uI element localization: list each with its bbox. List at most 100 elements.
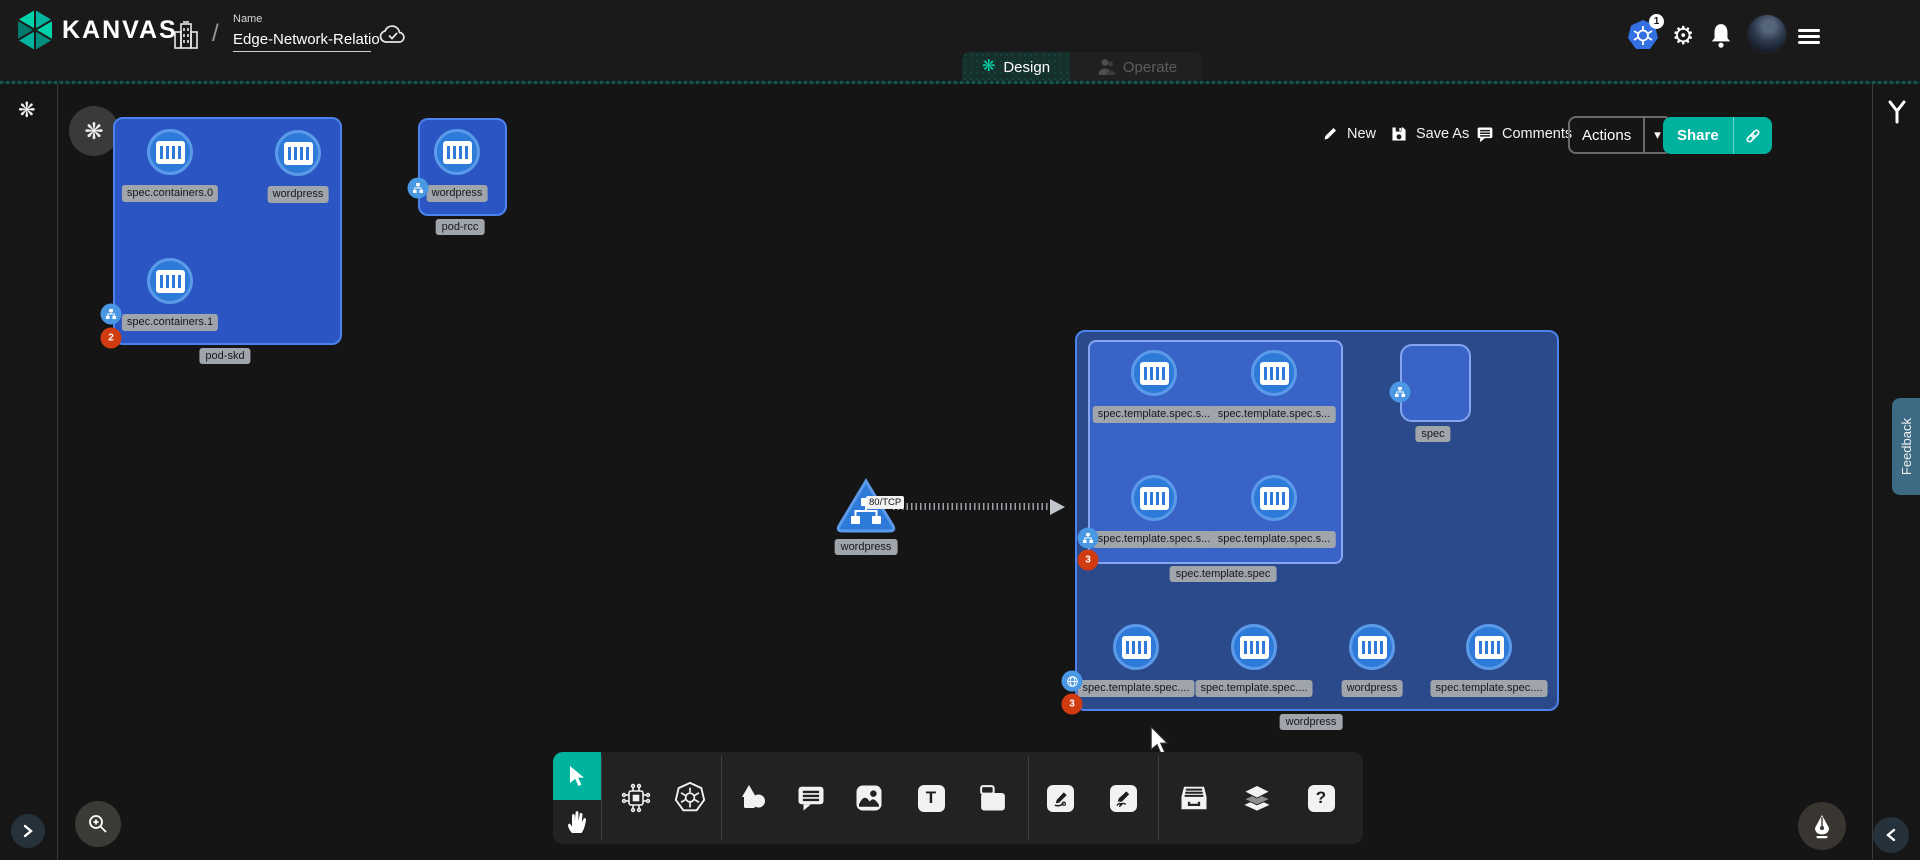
import-tool-button[interactable] bbox=[1172, 776, 1216, 820]
shapes-tool-button[interactable] bbox=[731, 776, 775, 820]
organization-icon[interactable] bbox=[172, 20, 200, 50]
help-tool-button[interactable]: ? bbox=[1299, 776, 1343, 820]
node-label: spec.template.spec.s... bbox=[1093, 406, 1216, 423]
collapse-right-panel-button[interactable] bbox=[1873, 817, 1909, 853]
pen-icon bbox=[1047, 785, 1074, 812]
container-icon bbox=[1251, 350, 1297, 396]
node-label: spec.template.spec.s... bbox=[1093, 531, 1216, 548]
hand-pan-icon bbox=[565, 809, 589, 835]
menu-hamburger-icon[interactable] bbox=[1798, 26, 1820, 47]
brand-name: KANVAS bbox=[62, 16, 178, 45]
shapes-icon bbox=[737, 782, 769, 814]
tab-operate[interactable]: Operate bbox=[1070, 52, 1202, 82]
expand-left-panel-button[interactable] bbox=[11, 814, 45, 848]
node-label: spec.template.spec.s... bbox=[1213, 406, 1336, 423]
k8s-context-count-badge: 1 bbox=[1649, 14, 1664, 29]
left-rail: ❋ bbox=[0, 84, 58, 860]
layers-tool-button[interactable] bbox=[1235, 776, 1279, 820]
pan-tool-button[interactable] bbox=[555, 800, 599, 844]
magnifier-plus-icon bbox=[87, 813, 109, 835]
kanvas-logo-icon[interactable] bbox=[14, 8, 56, 52]
mouse-cursor-icon bbox=[1149, 727, 1173, 755]
feedback-label: Feedback bbox=[1899, 418, 1914, 475]
toolbar-divider bbox=[1028, 756, 1029, 840]
draft-pen-button[interactable] bbox=[1798, 802, 1846, 850]
container-icon bbox=[275, 130, 321, 176]
group-label: spec.template.spec bbox=[1170, 566, 1277, 582]
history-pinwheel-icon[interactable]: ❋ bbox=[18, 100, 36, 121]
design-tab-label: Design bbox=[1003, 59, 1050, 76]
cursor-select-icon bbox=[566, 764, 588, 788]
comment-tool-button[interactable] bbox=[789, 776, 833, 820]
kubernetes-wheel-icon bbox=[673, 781, 707, 815]
feedback-tab[interactable]: Feedback bbox=[1892, 398, 1920, 495]
container-icon bbox=[1113, 624, 1159, 670]
image-tool-button[interactable] bbox=[847, 776, 891, 820]
freehand-tool-button[interactable] bbox=[1101, 776, 1145, 820]
pencil-scribble-icon bbox=[1110, 785, 1137, 812]
node-label: wordpress bbox=[268, 186, 329, 203]
edge-line[interactable] bbox=[893, 503, 1050, 510]
design-tab-icon: ❋ bbox=[982, 59, 995, 75]
component-tool-button[interactable] bbox=[614, 776, 658, 820]
text-tool-button[interactable]: T bbox=[909, 776, 953, 820]
toolbar-divider bbox=[721, 756, 722, 840]
notifications-bell-icon[interactable] bbox=[1708, 22, 1734, 50]
node-label: wordpress bbox=[427, 185, 488, 202]
node-label: spec.template.spec.... bbox=[1078, 680, 1195, 697]
container-icon bbox=[147, 258, 193, 304]
node-label: spec.template.spec.... bbox=[1431, 680, 1548, 697]
container-icon bbox=[147, 129, 193, 175]
header-bar: KANVAS / Name Edge-Network-Relatio bbox=[0, 0, 1920, 81]
node-label: spec.containers.0 bbox=[122, 185, 218, 202]
design-canvas[interactable]: ❋ spec.containers.0 wordpress spec.conta… bbox=[58, 84, 1872, 860]
text-icon: T bbox=[918, 785, 945, 812]
issue-count-badge[interactable]: 3 bbox=[1078, 550, 1099, 571]
relationship-badge[interactable] bbox=[1390, 382, 1411, 403]
note-tool-button[interactable] bbox=[971, 776, 1015, 820]
toolbar-divider bbox=[601, 756, 602, 840]
relationship-badge[interactable] bbox=[1078, 528, 1099, 549]
design-name-input[interactable]: Edge-Network-Relatio bbox=[233, 31, 371, 52]
operate-tab-icon bbox=[1095, 58, 1115, 76]
relationship-badge[interactable] bbox=[101, 304, 122, 325]
issue-count-badge[interactable]: 2 bbox=[101, 328, 122, 349]
zoom-button[interactable] bbox=[75, 801, 121, 847]
container-icon bbox=[1251, 475, 1297, 521]
container-icon bbox=[1231, 624, 1277, 670]
design-name-label: Name bbox=[233, 13, 262, 25]
globe-badge-icon bbox=[1066, 675, 1078, 687]
toolbar-divider bbox=[1158, 756, 1159, 840]
cloud-saved-icon bbox=[378, 23, 408, 47]
comment-icon bbox=[796, 783, 826, 813]
drawer-icon bbox=[1179, 783, 1209, 813]
container-icon bbox=[1131, 350, 1177, 396]
bottom-toolbar: T bbox=[553, 752, 1363, 844]
breadcrumb-separator: / bbox=[212, 20, 219, 48]
tab-design[interactable]: ❋ Design bbox=[962, 52, 1070, 82]
pen-tool-button[interactable] bbox=[1038, 776, 1082, 820]
hierarchy-badge-icon bbox=[413, 183, 424, 194]
hierarchy-y-icon[interactable] bbox=[1887, 100, 1907, 124]
kubernetes-tool-button[interactable] bbox=[668, 776, 712, 820]
relationship-badge[interactable] bbox=[408, 178, 429, 199]
group-label: pod-skd bbox=[199, 348, 250, 364]
node-label: wordpress bbox=[835, 539, 898, 555]
settings-gear-icon[interactable]: ⚙ bbox=[1672, 21, 1694, 51]
container-icon bbox=[434, 129, 480, 175]
container-icon bbox=[1466, 624, 1512, 670]
select-tool-button[interactable] bbox=[553, 752, 601, 800]
canvas-cluster-button[interactable]: ❋ bbox=[69, 106, 119, 156]
group-spec[interactable] bbox=[1400, 344, 1471, 422]
kanvas-app: KANVAS / Name Edge-Network-Relatio bbox=[0, 0, 1920, 860]
container-icon bbox=[1349, 624, 1395, 670]
user-avatar[interactable] bbox=[1747, 14, 1787, 54]
group-label: pod-rcc bbox=[436, 219, 485, 235]
node-label: spec.template.spec.s... bbox=[1213, 531, 1336, 548]
edge-port-label: 80/TCP bbox=[866, 496, 904, 509]
group-label: spec bbox=[1415, 426, 1450, 442]
relationship-badge[interactable] bbox=[1062, 671, 1083, 692]
hierarchy-badge-icon bbox=[106, 309, 117, 320]
issue-count-badge[interactable]: 3 bbox=[1062, 694, 1083, 715]
node-label: spec.template.spec.... bbox=[1196, 680, 1313, 697]
